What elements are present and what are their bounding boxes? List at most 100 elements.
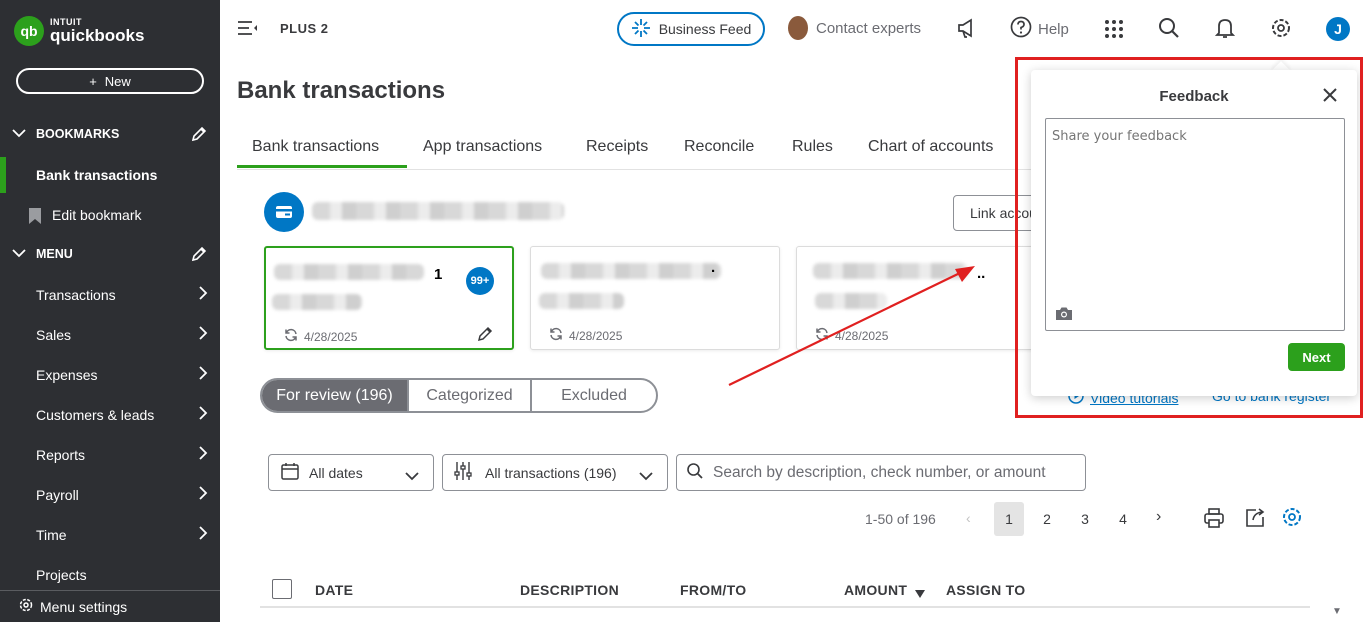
menu-header[interactable]: MENU bbox=[0, 242, 220, 266]
page-3[interactable]: 3 bbox=[1070, 502, 1100, 536]
tab-chart-of-accounts[interactable]: Chart of accounts bbox=[868, 138, 993, 156]
pagination-range: 1-50 of 196 bbox=[865, 511, 936, 527]
edit-bookmarks-icon[interactable] bbox=[190, 125, 208, 146]
export-icon[interactable] bbox=[1244, 507, 1266, 534]
tab-categorized[interactable]: Categorized bbox=[409, 380, 532, 411]
new-button[interactable]: + New bbox=[16, 68, 204, 94]
edit-menu-icon[interactable] bbox=[190, 245, 208, 266]
sidebar-item-label: Reports bbox=[36, 447, 86, 463]
print-icon[interactable] bbox=[1203, 507, 1225, 534]
chevron-right-icon bbox=[198, 365, 208, 384]
page-4[interactable]: 4 bbox=[1108, 502, 1138, 536]
column-amount[interactable]: AMOUNT bbox=[844, 582, 907, 598]
menu-settings-button[interactable]: Menu settings bbox=[0, 590, 220, 622]
plan-label: PLUS 2 bbox=[280, 21, 329, 36]
transaction-search-input[interactable]: Search by description, check number, or … bbox=[676, 454, 1086, 491]
card-date-text: 4/28/2025 bbox=[835, 328, 889, 343]
logo-quickbooks-text: quickbooks bbox=[50, 26, 145, 45]
sidebar-item-label: Expenses bbox=[36, 367, 98, 383]
chevron-right-icon bbox=[198, 485, 208, 504]
sidebar-item-time[interactable]: Time bbox=[0, 517, 220, 553]
tab-for-review[interactable]: For review (196) bbox=[262, 380, 409, 411]
edit-pencil-icon[interactable] bbox=[476, 325, 494, 348]
tab-bank-transactions[interactable]: Bank transactions bbox=[252, 138, 379, 156]
help-icon bbox=[1010, 16, 1032, 42]
column-description[interactable]: DESCRIPTION bbox=[520, 582, 619, 598]
page-2[interactable]: 2 bbox=[1032, 502, 1062, 536]
business-feed-button[interactable]: Business Feed bbox=[617, 12, 765, 46]
contact-experts-label: Contact experts bbox=[816, 19, 922, 37]
bank-account-card[interactable]: .. 4/28/2025 bbox=[796, 246, 1036, 350]
table-settings-gear-icon[interactable] bbox=[1281, 506, 1303, 533]
sidebar-item-payroll[interactable]: Payroll bbox=[0, 477, 220, 513]
column-date[interactable]: DATE bbox=[315, 582, 353, 598]
plus-icon: + bbox=[89, 73, 97, 89]
card-sync-date: 4/28/2025 bbox=[549, 327, 622, 344]
sort-down-icon[interactable] bbox=[915, 585, 925, 603]
tab-receipts[interactable]: Receipts bbox=[586, 138, 648, 156]
sidebar-item-edit-bookmark[interactable]: Edit bookmark bbox=[0, 197, 220, 233]
chevron-left-icon[interactable]: ‹ bbox=[966, 510, 971, 526]
chevron-right-icon bbox=[198, 445, 208, 464]
card-title-suffix: 1 bbox=[434, 266, 443, 283]
card-title-redacted bbox=[813, 263, 968, 279]
sidebar-item-transactions[interactable]: Transactions bbox=[0, 277, 220, 313]
sidebar-item-bank-transactions[interactable]: Bank transactions bbox=[0, 157, 220, 193]
contact-experts-button[interactable]: Contact experts bbox=[788, 16, 921, 40]
menu-settings-label: Menu settings bbox=[40, 598, 128, 615]
expert-avatar bbox=[788, 16, 808, 40]
sparkle-icon bbox=[631, 18, 651, 41]
sync-icon bbox=[284, 328, 298, 345]
scroll-down-icon[interactable]: ▼ bbox=[1332, 606, 1342, 617]
chevron-down-icon bbox=[639, 468, 653, 484]
active-tab-indicator bbox=[237, 165, 407, 168]
bookmarks-header[interactable]: BOOKMARKS bbox=[0, 122, 220, 146]
apps-grid-icon[interactable] bbox=[1104, 19, 1124, 44]
account-name-redacted bbox=[312, 202, 564, 220]
quickbooks-logo[interactable]: qb INTUIT quickbooks bbox=[14, 16, 144, 46]
bookmarks-label: BOOKMARKS bbox=[36, 127, 120, 141]
sidebar-item-sales[interactable]: Sales bbox=[0, 317, 220, 353]
sliders-icon bbox=[453, 461, 473, 484]
chevron-right-icon[interactable]: › bbox=[1156, 508, 1161, 526]
card-title-redacted bbox=[541, 263, 721, 279]
tab-app-transactions[interactable]: App transactions bbox=[423, 138, 542, 156]
transaction-filter-dropdown[interactable]: All transactions (196) bbox=[442, 454, 668, 491]
column-from-to[interactable]: FROM/TO bbox=[680, 582, 746, 598]
page-title: Bank transactions bbox=[237, 77, 446, 104]
megaphone-icon[interactable] bbox=[957, 17, 977, 44]
bank-account-card[interactable]: . 4/28/2025 bbox=[530, 246, 780, 350]
user-avatar[interactable]: J bbox=[1326, 17, 1350, 41]
chevron-right-icon bbox=[198, 325, 208, 344]
transactions-count-badge: 99+ bbox=[466, 267, 494, 295]
annotation-highlight-box bbox=[1015, 57, 1363, 418]
tab-rules[interactable]: Rules bbox=[792, 138, 833, 156]
gear-icon[interactable] bbox=[1270, 17, 1292, 44]
select-all-checkbox[interactable] bbox=[272, 579, 292, 599]
card-date-text: 4/28/2025 bbox=[304, 329, 358, 344]
help-button[interactable]: Help bbox=[1010, 16, 1069, 42]
page-1[interactable]: 1 bbox=[994, 502, 1024, 536]
transaction-filter-label: All transactions (196) bbox=[485, 464, 617, 481]
card-sync-date: 4/28/2025 bbox=[815, 327, 888, 344]
bookmark-icon bbox=[28, 207, 42, 228]
tab-reconcile[interactable]: Reconcile bbox=[684, 138, 754, 156]
sidebar-item-projects[interactable]: Projects bbox=[0, 557, 220, 593]
sidebar-item-label: Time bbox=[36, 527, 67, 543]
chevron-right-icon bbox=[198, 525, 208, 544]
sidebar-item-customers-leads[interactable]: Customers & leads bbox=[0, 397, 220, 433]
sidebar-item-label: Payroll bbox=[36, 487, 79, 503]
bell-icon[interactable] bbox=[1214, 17, 1236, 44]
review-status-tabs: For review (196) Categorized Excluded bbox=[260, 378, 658, 413]
card-date-text: 4/28/2025 bbox=[569, 328, 623, 343]
collapse-menu-icon[interactable] bbox=[237, 20, 259, 41]
bank-account-icon bbox=[264, 192, 304, 232]
date-filter-dropdown[interactable]: All dates bbox=[268, 454, 434, 491]
bank-account-card[interactable]: 1 99+ 4/28/2025 bbox=[264, 246, 514, 350]
column-assign-to[interactable]: ASSIGN TO bbox=[946, 582, 1025, 598]
sidebar-item-reports[interactable]: Reports bbox=[0, 437, 220, 473]
sidebar-item-label: Sales bbox=[36, 327, 72, 343]
search-icon[interactable] bbox=[1158, 17, 1180, 44]
tab-excluded[interactable]: Excluded bbox=[532, 380, 656, 411]
sidebar-item-expenses[interactable]: Expenses bbox=[0, 357, 220, 393]
